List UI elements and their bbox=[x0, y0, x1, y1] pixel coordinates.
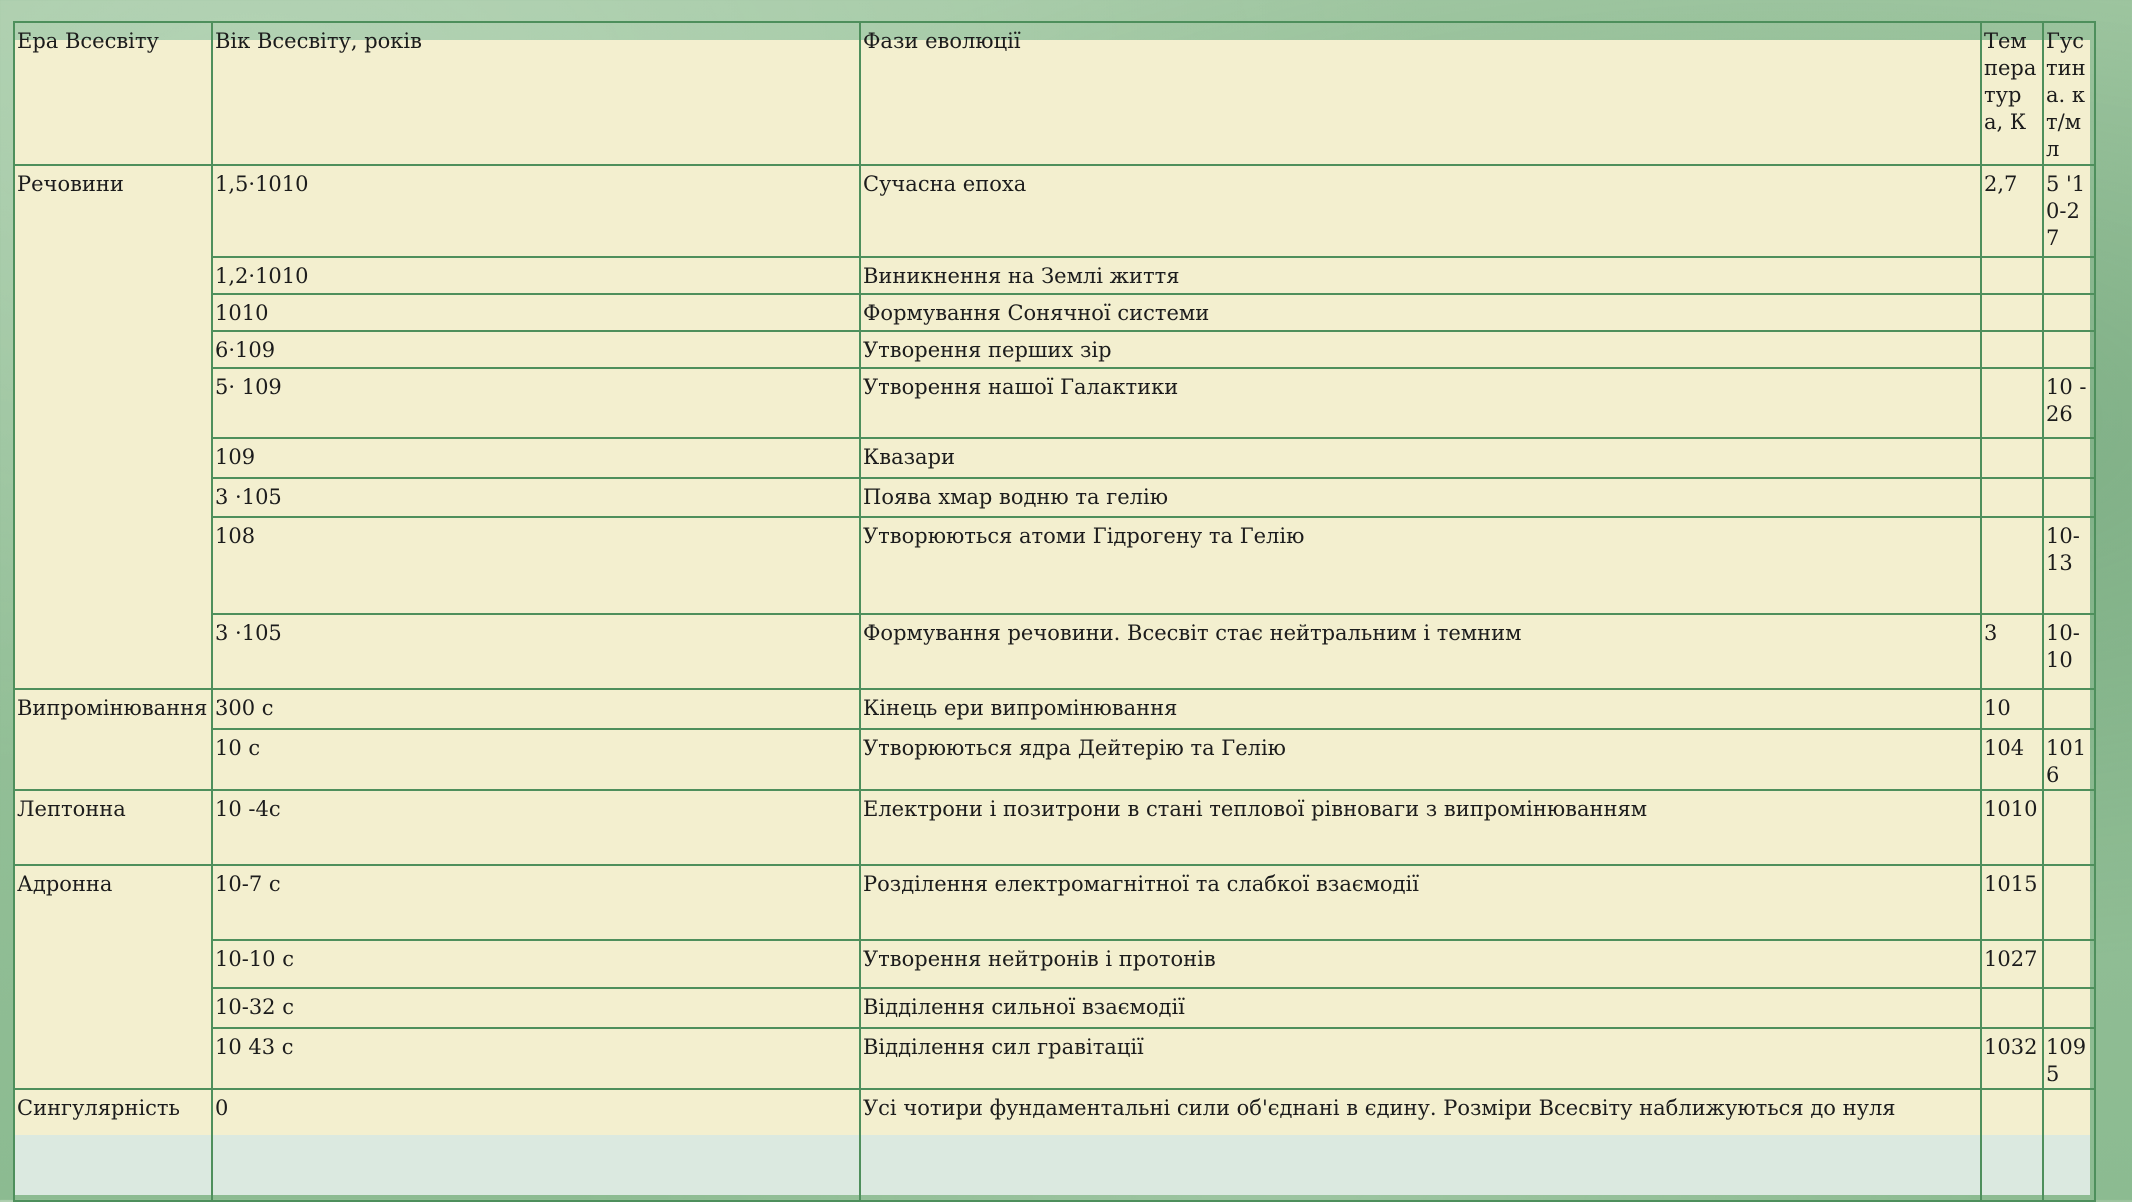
temperature-cell bbox=[1980, 256, 2044, 295]
header-age: Вік Всесвіту, років bbox=[211, 21, 861, 166]
header-era: Ера Всесвіту bbox=[13, 21, 213, 166]
temperature-cell bbox=[1980, 477, 2044, 518]
table-row: 5· 109 Утворення нашої Галактики 10 -26 bbox=[14, 367, 2096, 439]
phase-cell: Відділення сил гравітації bbox=[859, 1027, 1982, 1090]
era-cell: Адронна bbox=[13, 864, 213, 1090]
temperature-cell bbox=[1980, 330, 2044, 369]
age-cell: 3 ·105 bbox=[211, 477, 861, 518]
table-row: Сингулярність 0 Усі чотири фундаментальн… bbox=[13, 1088, 2096, 1202]
density-cell: 10-10 bbox=[2042, 613, 2096, 690]
header-phase: Фази еволюції bbox=[859, 21, 1982, 166]
density-cell bbox=[2042, 864, 2096, 941]
temperature-cell: 1015 bbox=[1980, 864, 2044, 941]
age-cell: 0 bbox=[211, 1088, 861, 1202]
table-row: 10 43 с Відділення сил гравітації 1032 1… bbox=[14, 1027, 2096, 1090]
table-row: 10 с Утворюються ядра Дейтерію та Гелію … bbox=[14, 728, 2096, 791]
density-cell: 5 '10-27 bbox=[2042, 164, 2096, 258]
age-cell: 10 43 с bbox=[211, 1027, 861, 1090]
era-cell: Сингулярність bbox=[13, 1088, 213, 1202]
age-cell: 1010 bbox=[211, 293, 861, 332]
density-cell bbox=[2042, 987, 2096, 1029]
age-cell: 10 -4с bbox=[211, 789, 861, 866]
phase-cell: Формування речовини. Всесвіт стає нейтра… bbox=[859, 613, 1982, 690]
table-row: 10-32 с Відділення сильної взаємодії bbox=[14, 987, 2096, 1029]
temperature-cell: 10 bbox=[1980, 688, 2044, 730]
phase-cell: Утворення нейтронів і протонів bbox=[859, 939, 1982, 989]
temperature-cell: 1032 bbox=[1980, 1027, 2044, 1090]
temperature-cell bbox=[1980, 1088, 2044, 1202]
table-row: Речовини 1,5·1010 Сучасна епоха 2,7 5 '1… bbox=[13, 164, 2096, 690]
table-row: 3 ·105 Формування речовини. Всесвіт стає… bbox=[14, 613, 2096, 690]
age-cell: 6·109 bbox=[211, 330, 861, 369]
temperature-cell bbox=[1980, 987, 2044, 1029]
table-row: 1010 Формування Сонячної системи bbox=[14, 293, 2096, 332]
table-row: 3 ·105 Поява хмар водню та гелію bbox=[14, 477, 2096, 518]
table-row: 109 Квазари bbox=[14, 437, 2096, 479]
temperature-cell: 104 bbox=[1980, 728, 2044, 791]
age-cell: 10 с bbox=[211, 728, 861, 791]
temperature-cell: 2,7 bbox=[1980, 164, 2044, 258]
density-cell bbox=[2042, 330, 2096, 369]
age-cell: 10-7 с bbox=[211, 864, 861, 941]
density-cell bbox=[2042, 688, 2096, 730]
phase-cell: Утворюються атоми Гідрогену та Гелію bbox=[859, 516, 1982, 615]
table-row: Лептонна 10 -4с Електрони і позитрони в … bbox=[13, 789, 2096, 866]
age-cell: 5· 109 bbox=[211, 367, 861, 439]
age-cell: 1,5·1010 bbox=[211, 164, 861, 258]
phase-cell: Кінець ери випромінювання bbox=[859, 688, 1982, 730]
table-row: 6·109 Утворення перших зір bbox=[14, 330, 2096, 369]
table-header-row: Ера Всесвіту Вік Всесвіту, років Фази ев… bbox=[13, 21, 2096, 166]
density-cell: 10-13 bbox=[2042, 516, 2096, 615]
age-cell: 108 bbox=[211, 516, 861, 615]
density-cell: 1095 bbox=[2042, 1027, 2096, 1090]
phase-cell: Виникнення на Землі життя bbox=[859, 256, 1982, 295]
density-cell bbox=[2042, 1088, 2096, 1202]
density-cell: 10 -26 bbox=[2042, 367, 2096, 439]
phase-cell: Формування Сонячної системи bbox=[859, 293, 1982, 332]
density-cell bbox=[2042, 939, 2096, 989]
temperature-cell bbox=[1980, 437, 2044, 479]
era-cell: Лептонна bbox=[13, 789, 213, 866]
temperature-cell: 1010 bbox=[1980, 789, 2044, 866]
age-cell: 300 с bbox=[211, 688, 861, 730]
table-row: Випромінювання 300 с Кінець ери випромін… bbox=[13, 688, 2096, 791]
phase-cell: Квазари bbox=[859, 437, 1982, 479]
header-temperature: Температура, К bbox=[1980, 21, 2044, 166]
phase-cell: Сучасна епоха bbox=[859, 164, 1982, 258]
density-cell: 1016 bbox=[2042, 728, 2096, 791]
table-row: 1,2·1010 Виникнення на Землі життя bbox=[14, 256, 2096, 295]
temperature-cell: 3 bbox=[1980, 613, 2044, 690]
header-density: Густина. кт/мл bbox=[2042, 21, 2096, 166]
phase-cell: Розділення електромагнітної та слабкої в… bbox=[859, 864, 1982, 941]
density-cell bbox=[2042, 437, 2096, 479]
temperature-cell bbox=[1980, 367, 2044, 439]
universe-evolution-table: Ера Всесвіту Вік Всесвіту, років Фази ев… bbox=[13, 21, 2096, 1202]
era-cell: Випромінювання bbox=[13, 688, 213, 791]
phase-cell: Утворюються ядра Дейтерію та Гелію bbox=[859, 728, 1982, 791]
age-cell: 109 bbox=[211, 437, 861, 479]
phase-cell: Усі чотири фундаментальні сили об'єднані… bbox=[859, 1088, 1982, 1202]
phase-cell: Електрони і позитрони в стані теплової р… bbox=[859, 789, 1982, 866]
density-cell bbox=[2042, 477, 2096, 518]
table-row: Адронна 10-7 с Розділення електромагнітн… bbox=[13, 864, 2096, 1090]
age-cell: 10-32 с bbox=[211, 987, 861, 1029]
phase-cell: Поява хмар водню та гелію bbox=[859, 477, 1982, 518]
phase-cell: Відділення сильної взаємодії bbox=[859, 987, 1982, 1029]
table-row: 108 Утворюються атоми Гідрогену та Гелію… bbox=[14, 516, 2096, 615]
density-cell bbox=[2042, 256, 2096, 295]
temperature-cell bbox=[1980, 293, 2044, 332]
phase-cell: Утворення перших зір bbox=[859, 330, 1982, 369]
age-cell: 1,2·1010 bbox=[211, 256, 861, 295]
density-cell bbox=[2042, 293, 2096, 332]
phase-cell: Утворення нашої Галактики bbox=[859, 367, 1982, 439]
era-cell: Речовини bbox=[13, 164, 213, 690]
density-cell bbox=[2042, 789, 2096, 866]
age-cell: 3 ·105 bbox=[211, 613, 861, 690]
table-row: 10-10 с Утворення нейтронів і протонів 1… bbox=[14, 939, 2096, 989]
temperature-cell bbox=[1980, 516, 2044, 615]
age-cell: 10-10 с bbox=[211, 939, 861, 989]
temperature-cell: 1027 bbox=[1980, 939, 2044, 989]
